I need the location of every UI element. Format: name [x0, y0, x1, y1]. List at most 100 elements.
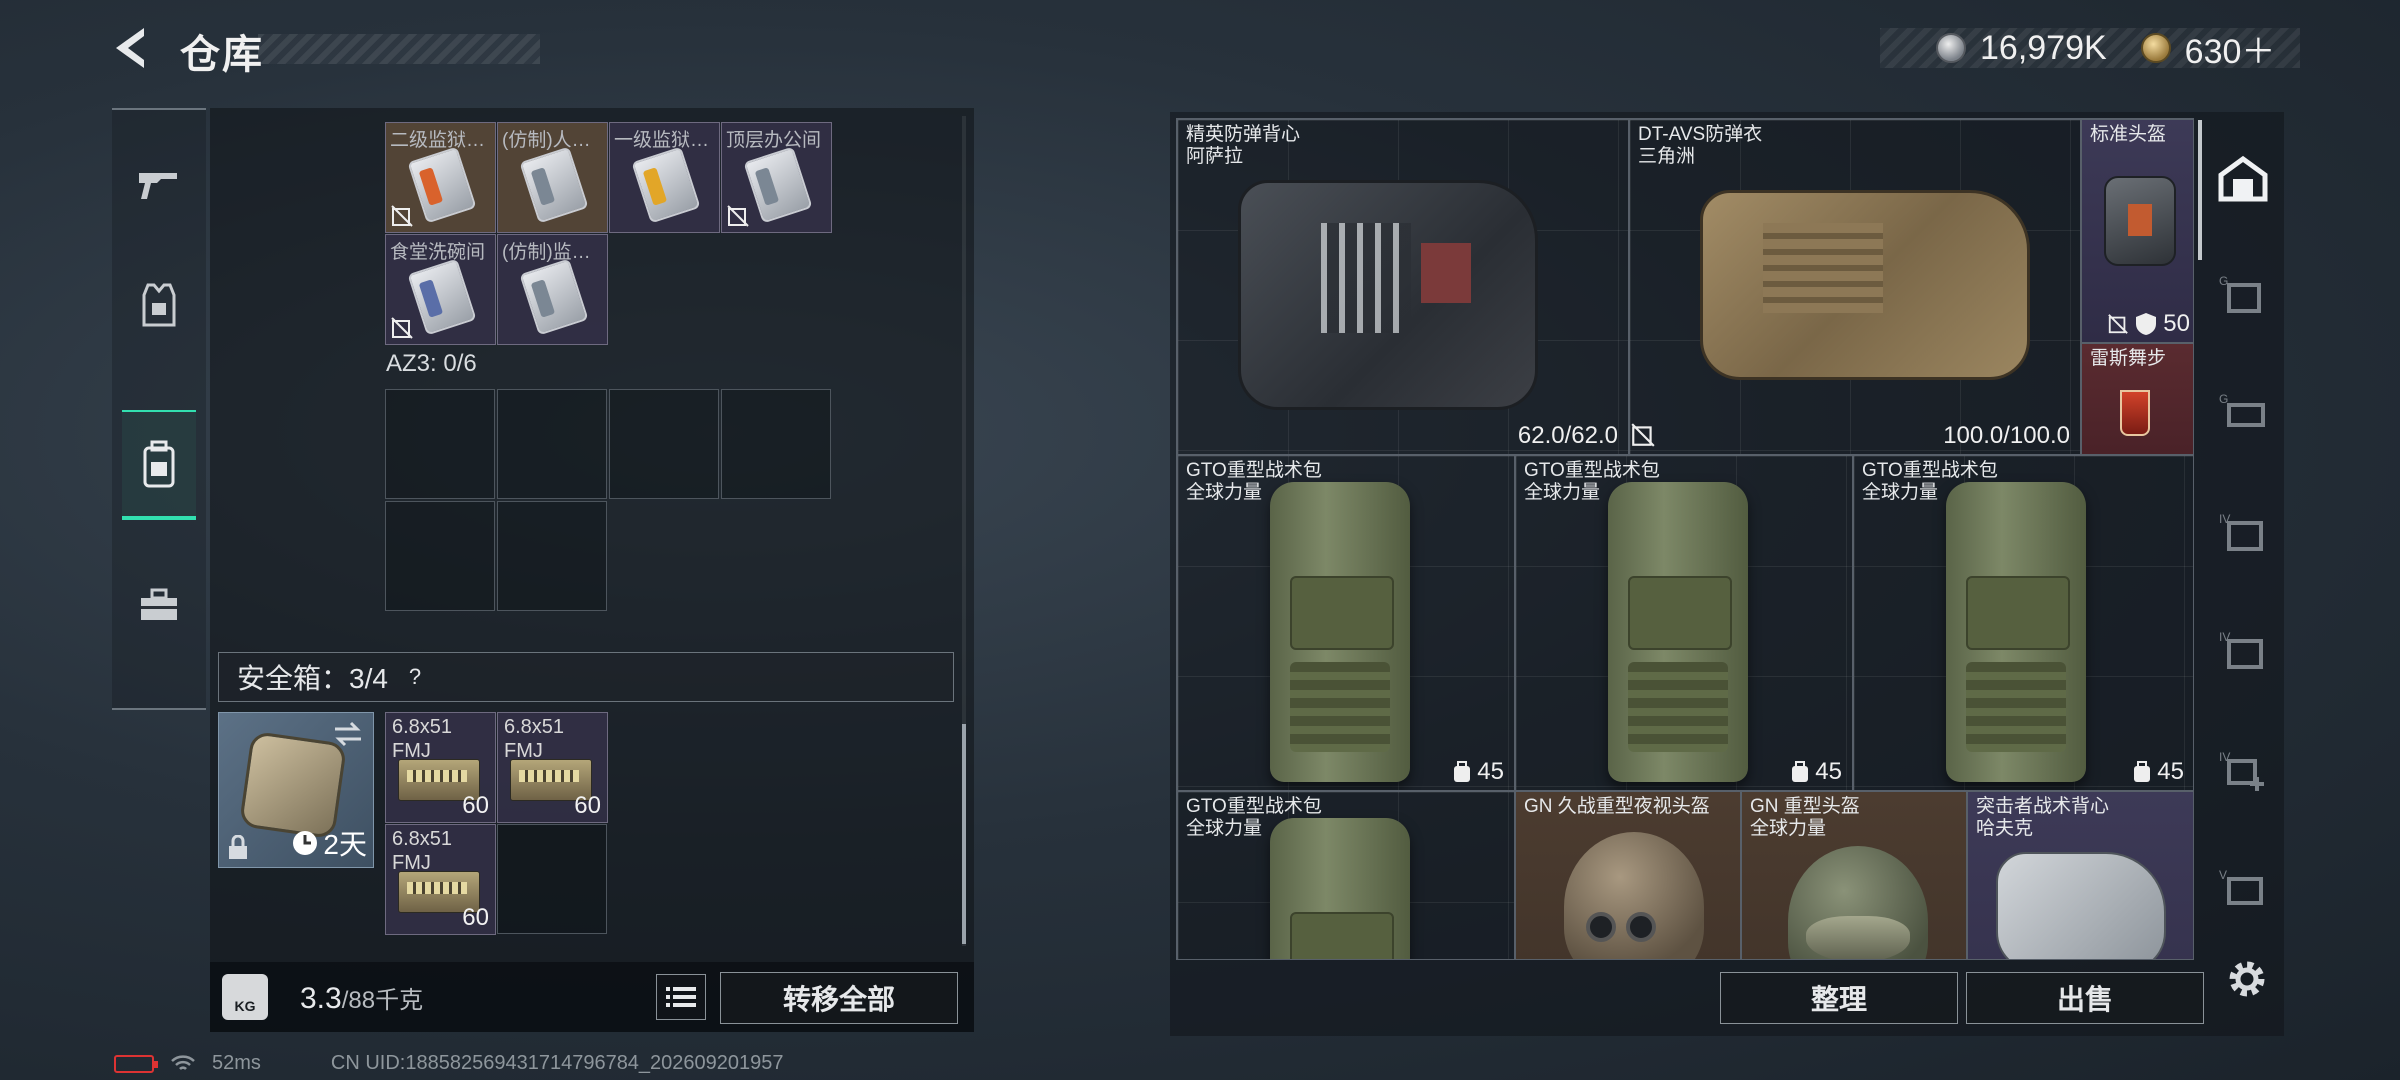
backpack-icon	[143, 440, 175, 488]
stash-item-vest[interactable]: DT-AVS防弹衣 三角洲 100.0/100.0	[1629, 119, 2081, 455]
stash-page-item[interactable]: G	[2212, 262, 2274, 324]
ping-value: 52ms	[212, 1052, 261, 1074]
no-bind-icon	[1631, 423, 1655, 447]
safebox-header: 安全箱：3/4 ?	[218, 652, 954, 702]
vest-icon	[142, 283, 176, 327]
list-view-button[interactable]	[656, 974, 706, 1020]
backpack-image	[1608, 482, 1748, 782]
stash-item-helmet[interactable]: GN 久战重型夜视头盔	[1515, 791, 1741, 959]
empty-slot[interactable]	[497, 501, 607, 611]
safebox-capacity: 安全箱：3/4	[237, 663, 388, 694]
stash-item-drink[interactable]: 雷斯舞步	[2081, 343, 2193, 455]
svg-text:V: V	[2219, 868, 2227, 882]
keycard-item[interactable]: 二级监狱…	[385, 122, 496, 233]
container-az3-label: AZ3: 0/6	[386, 350, 477, 377]
weight-value: 3.3/88千克	[300, 982, 424, 1015]
toolbox-icon	[141, 588, 177, 620]
empty-slot[interactable]	[721, 389, 831, 499]
no-bind-icon	[391, 205, 413, 227]
helmet-armor-value: 50	[2163, 310, 2190, 337]
transfer-all-button[interactable]: 转移全部	[720, 972, 958, 1024]
keycard-image	[519, 258, 589, 336]
stash-item-backpack[interactable]: GTO重型战术包 全球力量 45	[1515, 455, 1853, 791]
keycard-image	[519, 146, 589, 224]
stash-item-backpack[interactable]: GTO重型战术包 全球力量 45	[1853, 455, 2193, 791]
status-bar: 52ms CN UID:18858256943171479678​4_20260…	[114, 1052, 784, 1075]
tab-backpack[interactable]	[122, 410, 196, 520]
stash-page-item[interactable]: V	[2212, 856, 2274, 918]
svg-text:G: G	[2219, 274, 2228, 288]
stash-add-icon: IV	[2219, 750, 2264, 791]
drink-image	[2120, 390, 2150, 436]
help-icon[interactable]: ?	[400, 662, 430, 692]
category-rail	[112, 108, 206, 710]
keycard-item[interactable]: 一级监狱…	[609, 122, 720, 233]
weight-icon: KG	[222, 974, 268, 1020]
no-bind-icon	[727, 205, 749, 227]
empty-slot[interactable]	[497, 389, 607, 499]
ammo-item[interactable]: 6.8x51 FMJ 60	[497, 712, 608, 823]
stash-home-icon	[2218, 155, 2268, 202]
gun-icon	[139, 173, 177, 199]
stash-item-vest[interactable]: 突击者战术背心 哈夫克	[1967, 791, 2193, 959]
backpack-image	[1946, 482, 2086, 782]
armor-shield-icon	[2136, 313, 2157, 335]
back-arrow-icon[interactable]	[108, 24, 156, 72]
capacity-icon	[1454, 761, 1471, 782]
stash-expansion-icon: IV	[2219, 512, 2263, 551]
no-bind-icon	[391, 317, 413, 339]
keycard-item[interactable]: (仿制)监…	[497, 234, 608, 345]
tab-weapons[interactable]	[122, 130, 196, 240]
uid-text: CN UID:18858256943171479678​4_2026092019…	[330, 1052, 784, 1074]
backpack-capacity: 45	[1477, 758, 1504, 785]
stash-page-item[interactable]: IV	[2212, 500, 2274, 562]
stash-page-item[interactable]: G	[2212, 380, 2274, 442]
gold-coin-icon	[2140, 33, 2171, 63]
stash-expansion-icon: V	[2219, 868, 2263, 905]
stash-page-item[interactable]: IV	[2212, 618, 2274, 680]
stash-item-vest[interactable]: 精英防弹背心 阿萨拉 62.0/62.0	[1177, 119, 1629, 455]
swap-icon[interactable]	[331, 721, 365, 747]
stash-page-item[interactable]: IV	[2212, 738, 2274, 800]
page-title: 仓库	[180, 33, 264, 77]
scrollbar-thumb[interactable]	[962, 724, 966, 944]
ammo-item[interactable]: 6.8x51 FMJ 60	[385, 712, 496, 823]
tab-tools[interactable]	[122, 550, 196, 660]
ammo-item[interactable]: 6.8x51 FMJ 60	[385, 824, 496, 935]
wifi-icon	[171, 1054, 195, 1070]
keycard-image	[407, 146, 477, 224]
capacity-icon	[2134, 761, 2151, 782]
empty-slot[interactable]	[385, 389, 495, 499]
stash-expansion-icon: G	[2219, 392, 2265, 427]
stash-expansion-icon: IV	[2219, 630, 2263, 669]
stash-item-helmet[interactable]: 标准头盔 50	[2081, 119, 2193, 343]
silver-coin-icon	[1936, 33, 1966, 63]
helmet-image	[2104, 176, 2176, 266]
keycard-item[interactable]: (仿制)人…	[497, 122, 608, 233]
backpack-image	[1270, 818, 1410, 959]
backpack-image	[1270, 482, 1410, 782]
vest-image	[1238, 180, 1538, 410]
clock-icon	[293, 831, 318, 855]
stash-item-backpack[interactable]: GTO重型战术包 全球力量	[1177, 791, 1515, 959]
keycard-image	[743, 146, 813, 224]
empty-slot[interactable]	[497, 824, 607, 934]
vest-image	[1700, 190, 2030, 380]
gear-icon[interactable]	[2222, 954, 2272, 1004]
currency-bar: 16,979K 630＋	[1880, 28, 2300, 71]
keycard-item[interactable]: 顶层办公间	[721, 122, 832, 233]
backpack-capacity: 45	[2157, 758, 2184, 785]
stash-page-rail: G G IV IV IV V	[2200, 118, 2286, 958]
tab-armor[interactable]	[122, 250, 196, 360]
stash-item-backpack[interactable]: GTO重型战术包 全球力量 45	[1177, 455, 1515, 791]
vest-durability: 100.0/100.0	[1943, 422, 2070, 449]
empty-slot[interactable]	[609, 389, 719, 499]
sort-button[interactable]: 整理	[1720, 972, 1958, 1024]
keycard-item[interactable]: 食堂洗碗间	[385, 234, 496, 345]
empty-slot[interactable]	[385, 501, 495, 611]
sell-button[interactable]: 出售	[1966, 972, 2204, 1024]
safebox-item[interactable]: 2天	[218, 712, 374, 868]
stash-page-home[interactable]	[2212, 148, 2274, 210]
premium-balance[interactable]: 630＋	[2185, 24, 2276, 73]
stash-item-helmet[interactable]: GN 重型头盔 全球力量	[1741, 791, 1967, 959]
